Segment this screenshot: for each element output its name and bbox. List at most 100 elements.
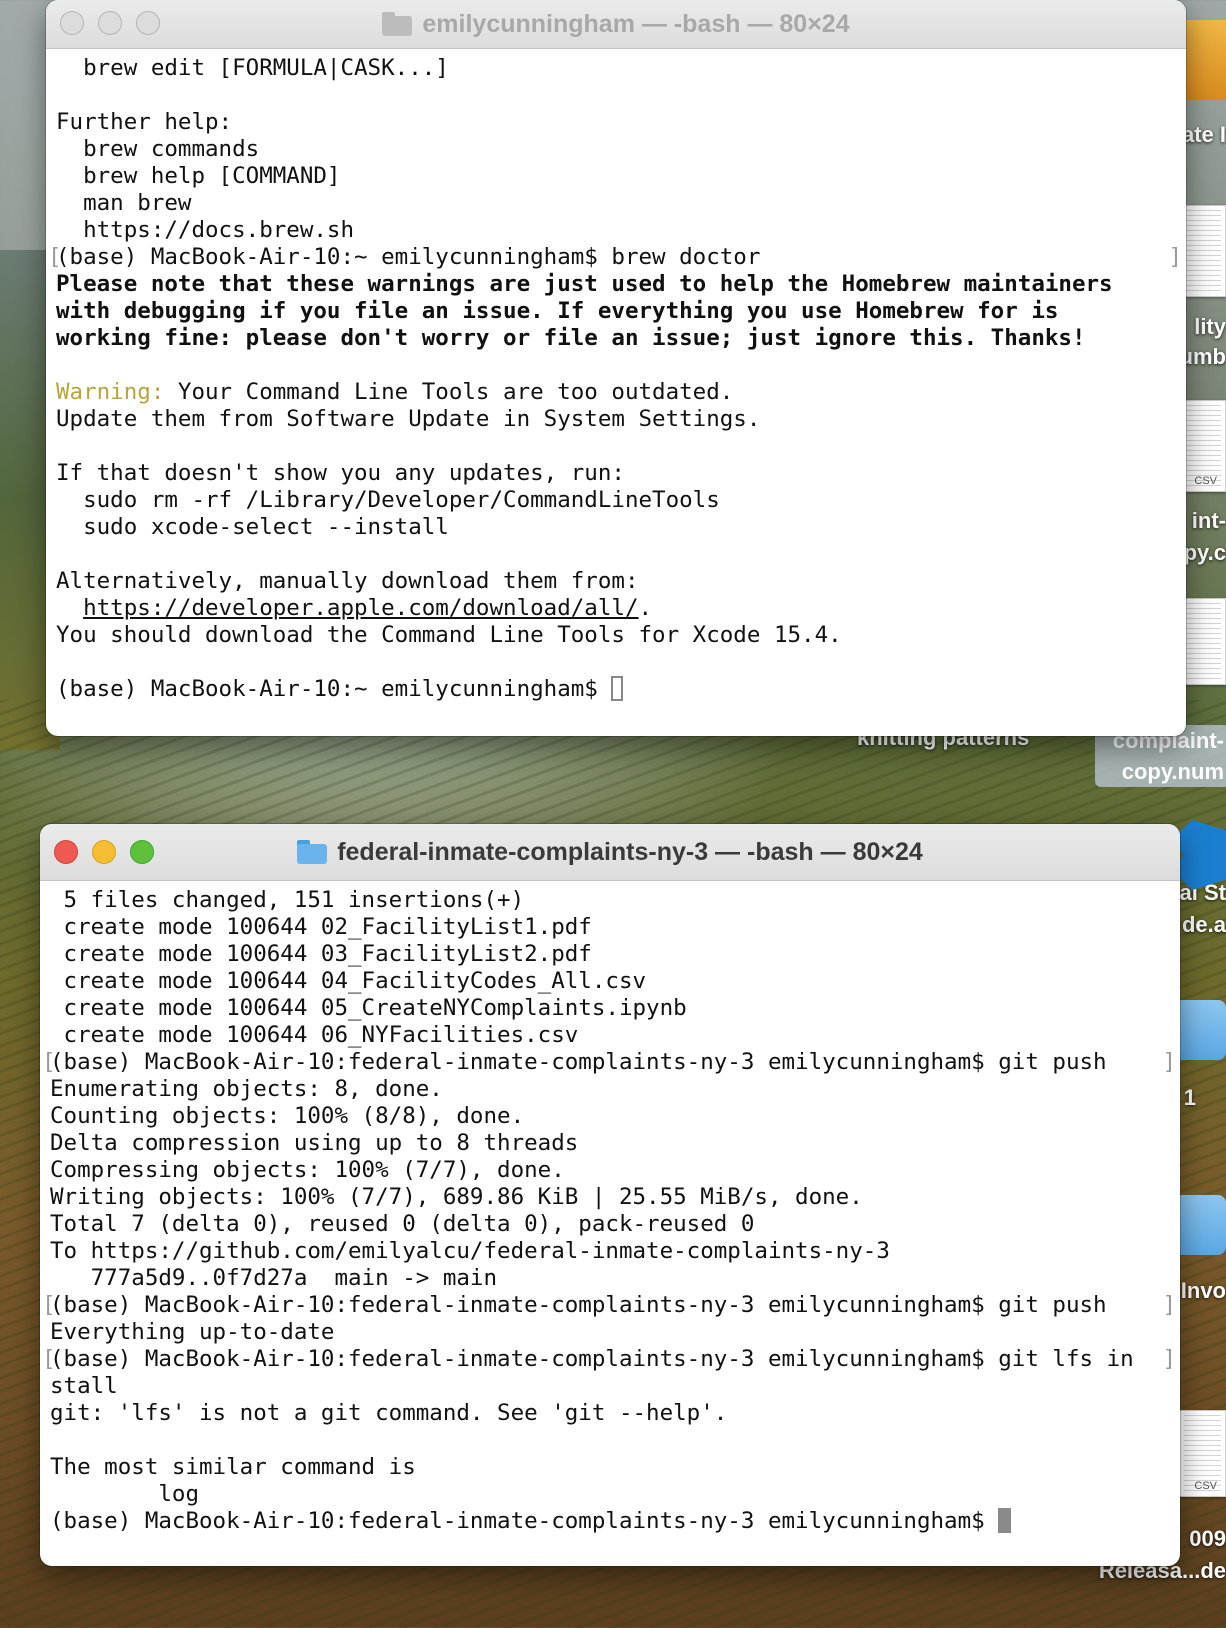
terminal-line-text: Writing objects: 100% (7/7), 689.86 KiB …	[50, 1184, 863, 1210]
terminal-line-text: create mode 100644 02_FacilityList1.pdf	[50, 914, 592, 940]
terminal-line-text: Delta compression using up to 8 threads	[50, 1130, 579, 1156]
terminal-line-text: sudo xcode-select --install	[56, 514, 449, 540]
terminal-line-text: log	[50, 1481, 200, 1507]
terminal-line: brew commands	[56, 136, 1186, 163]
terminal-line: The most similar command is	[50, 1454, 1180, 1481]
mark-bracket: [	[48, 244, 62, 270]
mark-bracket: ]	[1162, 1049, 1176, 1075]
window-title: emilycunningham — -bash — 80×24	[46, 0, 1186, 48]
terminal-line: (base) MacBook-Air-10:federal-inmate-com…	[50, 1508, 1180, 1535]
window-title: federal-inmate-complaints-ny-3 — -bash —…	[40, 824, 1180, 880]
terminal-line: [] (base) MacBook-Air-10:federal-inmate-c…	[42, 1049, 1180, 1076]
terminal-line-text: (base) MacBook-Air-10:federal-inmate-com…	[50, 1346, 1134, 1372]
desktop-csv-thumbnail[interactable]: CSV	[1179, 1410, 1226, 1497]
terminal-line-text: brew help [COMMAND]	[56, 163, 341, 189]
csv-label: CSV	[1194, 475, 1217, 487]
desktop-label-partial: 009	[1189, 1526, 1226, 1551]
window-titlebar[interactable]: federal-inmate-complaints-ny-3 — -bash —…	[40, 824, 1180, 881]
terminal-line: [] (base) MacBook-Air-10:federal-inmate-c…	[42, 1292, 1180, 1319]
terminal-line-text: (base) MacBook-Air-10:~ emilycunningham$…	[56, 244, 761, 270]
desktop-document-thumbnail[interactable]	[1179, 598, 1226, 685]
terminal-output[interactable]: 5 files changed, 151 insertions(+) creat…	[40, 881, 1180, 1535]
terminal-line: [] (base) MacBook-Air-10:federal-inmate-c…	[42, 1346, 1180, 1373]
terminal-line-text: create mode 100644 06_NYFacilities.csv	[50, 1022, 579, 1048]
terminal-line-text: (base) MacBook-Air-10:federal-inmate-com…	[50, 1292, 1107, 1318]
desktop-label-line: copy.num	[1121, 759, 1224, 784]
terminal-window-repo[interactable]: federal-inmate-complaints-ny-3 — -bash —…	[40, 824, 1180, 1566]
warning-label: Warning:	[56, 379, 165, 405]
desktop-label-partial: 1	[1183, 1085, 1196, 1110]
terminal-line-text: If that doesn't show you any updates, ru…	[56, 460, 625, 486]
window-titlebar[interactable]: emilycunningham — -bash — 80×24	[46, 0, 1186, 49]
terminal-line-text: Further help:	[56, 109, 233, 135]
terminal-line: sudo xcode-select --install	[56, 514, 1186, 541]
mark-bracket: ]	[1168, 244, 1182, 270]
terminal-line-text: Counting objects: 100% (8/8), done.	[50, 1103, 525, 1129]
terminal-line: If that doesn't show you any updates, ru…	[56, 460, 1186, 487]
terminal-window-home[interactable]: emilycunningham — -bash — 80×24 brew edi…	[46, 0, 1186, 736]
terminal-line: create mode 100644 03_FacilityList2.pdf	[50, 941, 1180, 968]
terminal-link[interactable]: https://developer.apple.com/download/all…	[83, 595, 638, 621]
terminal-line: Compressing objects: 100% (7/7), done.	[50, 1157, 1180, 1184]
terminal-line: stall	[50, 1373, 1180, 1400]
terminal-line-text: git: 'lfs' is not a git command. See 'gi…	[50, 1400, 728, 1426]
terminal-line-text: brew commands	[56, 136, 260, 162]
terminal-line: You should download the Command Line Too…	[56, 622, 1186, 649]
terminal-line-text: (base) MacBook-Air-10:~ emilycunningham$	[56, 676, 612, 702]
desktop-label-partial: umb	[1179, 344, 1226, 369]
terminal-line: man brew	[56, 190, 1186, 217]
terminal-line-text: Compressing objects: 100% (7/7), done.	[50, 1157, 565, 1183]
terminal-line-text: man brew	[56, 190, 192, 216]
terminal-line: create mode 100644 06_NYFacilities.csv	[50, 1022, 1180, 1049]
terminal-line: create mode 100644 02_FacilityList1.pdf	[50, 914, 1180, 941]
terminal-line-text: 5 files changed, 151 insertions(+)	[50, 887, 525, 913]
terminal-line: To https://github.com/emilyalcu/federal-…	[50, 1238, 1180, 1265]
terminal-line-text: 777a5d9..0f7d27a main -> main	[50, 1265, 498, 1291]
terminal-line: 5 files changed, 151 insertions(+)	[50, 887, 1180, 914]
terminal-line-text: The most similar command is	[50, 1454, 416, 1480]
terminal-line-text: create mode 100644 03_FacilityList2.pdf	[50, 941, 592, 967]
terminal-line-text: .	[638, 595, 653, 621]
desktop-label-partial: int-	[1191, 508, 1226, 533]
terminal-line: with debugging if you file an issue. If …	[56, 298, 1186, 325]
terminal-line: brew edit [FORMULA|CASK...]	[56, 55, 1186, 82]
terminal-line-text: Total 7 (delta 0), reused 0 (delta 0), p…	[50, 1211, 755, 1237]
terminal-line: Enumerating objects: 8, done.	[50, 1076, 1180, 1103]
terminal-line-text: https://docs.brew.sh	[56, 217, 355, 243]
desktop-label-partial: de.a	[1181, 912, 1226, 937]
terminal-line: sudo rm -rf /Library/Developer/CommandLi…	[56, 487, 1186, 514]
terminal-line: Further help:	[56, 109, 1186, 136]
terminal-line-text: To https://github.com/emilyalcu/federal-…	[50, 1238, 890, 1264]
terminal-line: Counting objects: 100% (8/8), done.	[50, 1103, 1180, 1130]
terminal-line: 777a5d9..0f7d27a main -> main	[50, 1265, 1180, 1292]
mark-bracket: [	[42, 1292, 56, 1318]
terminal-line-text: brew edit [FORMULA|CASK...]	[56, 55, 449, 81]
terminal-line-text: Update them from Software Update in Syst…	[56, 406, 761, 432]
terminal-line: Warning: Your Command Line Tools are too…	[56, 379, 1186, 406]
terminal-output[interactable]: brew edit [FORMULA|CASK...] Further help:…	[46, 49, 1186, 703]
text-cursor	[611, 676, 624, 701]
terminal-line-text: Please note that these warnings are just…	[56, 271, 1113, 297]
window-title-text: federal-inmate-complaints-ny-3 — -bash —…	[337, 837, 923, 866]
mark-bracket: [	[42, 1346, 56, 1372]
window-title-text: emilycunningham — -bash — 80×24	[422, 9, 850, 38]
terminal-line-text: Alternatively, manually download them fr…	[56, 568, 639, 594]
desktop-csv-thumbnail[interactable]: CSV	[1179, 400, 1226, 492]
mark-bracket: [	[42, 1049, 56, 1075]
terminal-line: log	[50, 1481, 1180, 1508]
desktop-document-thumbnail[interactable]	[1179, 205, 1226, 297]
terminal-line: Everything up-to-date	[50, 1319, 1180, 1346]
terminal-line-text: create mode 100644 04_FacilityCodes_All.…	[50, 968, 647, 994]
terminal-line: git: 'lfs' is not a git command. See 'gi…	[50, 1400, 1180, 1427]
terminal-line-text: sudo rm -rf /Library/Developer/CommandLi…	[56, 487, 720, 513]
terminal-line: Please note that these warnings are just…	[56, 271, 1186, 298]
terminal-line: create mode 100644 05_CreateNYComplaints…	[50, 995, 1180, 1022]
terminal-line-text: Everything up-to-date	[50, 1319, 335, 1345]
desktop-label-partial: py.c	[1183, 540, 1226, 565]
terminal-line: Total 7 (delta 0), reused 0 (delta 0), p…	[50, 1211, 1180, 1238]
